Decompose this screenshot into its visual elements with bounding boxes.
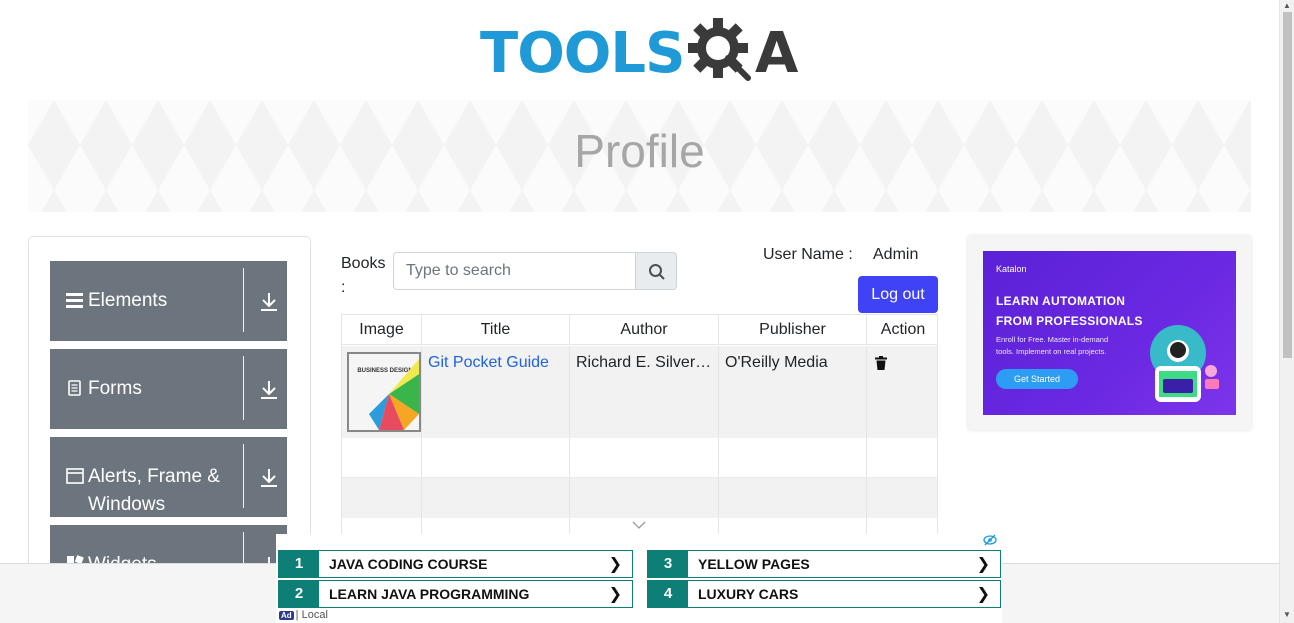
page-header-banner: Profile (28, 100, 1251, 212)
book-image-cell: BUSINESS DESIGN (342, 346, 422, 438)
book-author: Richard E. Silverman (576, 354, 714, 371)
logo-text: TOOLS (480, 21, 685, 86)
empty-cell (422, 438, 570, 477)
table-row-empty (342, 478, 937, 518)
ad-tag-text: | Local (295, 609, 328, 621)
book-cover-art (369, 359, 419, 430)
page: TOOLS A Profile Elements Forms Alerts, F… (0, 0, 1294, 623)
sidebar-group-label: Forms (88, 378, 142, 399)
book-cover-image: BUSINESS DESIGN (347, 352, 421, 432)
ad-illustration (1150, 325, 1219, 402)
ad-link-number: 1 (279, 551, 319, 577)
logo-suffix: A (755, 21, 799, 86)
book-action-cell (867, 346, 937, 438)
ad-headline: LEARN AUTOMATION FROM PROFESSIONALS (996, 291, 1143, 331)
table-row-empty (342, 438, 937, 478)
book-title-cell: Git Pocket Guide (422, 346, 570, 438)
ad-link-text: JAVA CODING COURSE (329, 556, 488, 572)
side-ad-container: Katalon LEARN AUTOMATION FROM PROFESSION… (968, 236, 1251, 430)
ad-badge: Ad (279, 611, 294, 620)
sidebar-group-forms[interactable]: Forms (50, 349, 287, 429)
search-button[interactable] (635, 252, 677, 290)
book-author-cell: Richard E. Silverman (570, 346, 719, 438)
window-icon (66, 468, 84, 484)
divider (243, 268, 244, 332)
ad-headline-line-2: FROM PROFESSIONALS (996, 314, 1143, 328)
empty-cell (342, 478, 422, 518)
ad-link-yellow-pages[interactable]: 3 YELLOW PAGES ❯ (647, 550, 1001, 578)
divider (243, 444, 244, 508)
ad-link-java-coding-course[interactable]: 1 JAVA CODING COURSE ❯ (278, 550, 633, 578)
sidebar: Elements Forms Alerts, Frame & Windows W… (28, 236, 311, 576)
divider (243, 356, 244, 420)
empty-cell (342, 438, 422, 477)
download-icon[interactable] (259, 467, 279, 489)
search-input[interactable] (393, 252, 636, 290)
document-icon (68, 380, 81, 396)
column-header-title[interactable]: Title (422, 315, 570, 345)
gear-magnifier-icon (688, 18, 751, 81)
ad-headline-line-1: LEARN AUTOMATION (996, 294, 1126, 308)
ad-link-text: YELLOW PAGES (698, 556, 810, 572)
toolsqa-logo[interactable]: TOOLS A (480, 14, 804, 92)
book-publisher-cell: O'Reilly Media (719, 346, 867, 438)
page-title: Profile (574, 125, 705, 177)
page-scrollbar[interactable]: ▲ ▼ (1279, 0, 1294, 623)
column-header-publisher[interactable]: Publisher (719, 315, 867, 345)
ad-link-number: 4 (648, 581, 688, 607)
ad-choices-icon[interactable] (983, 534, 997, 546)
column-header-image[interactable]: Image (342, 315, 422, 345)
ad-link-number: 2 (279, 581, 319, 607)
scrollbar-thumb[interactable] (1283, 12, 1292, 358)
table-row: BUSINESS DESIGN Git Pocket Guide Richard… (342, 346, 937, 438)
empty-cell (570, 438, 719, 477)
ad-link-text: LUXURY CARS (698, 586, 799, 602)
empty-cell (570, 478, 719, 518)
book-publisher: O'Reilly Media (725, 354, 828, 371)
chevron-down-icon[interactable] (632, 521, 646, 529)
ad-subtext: Enroll for Free. Master in-demand tools.… (996, 335, 1109, 356)
empty-cell (422, 478, 570, 518)
sidebar-group-elements[interactable]: Elements (50, 261, 287, 341)
empty-cell (719, 438, 867, 477)
column-header-action[interactable]: Action (867, 315, 937, 345)
ad-link-learn-java-programming[interactable]: 2 LEARN JAVA PROGRAMMING ❯ (278, 580, 633, 608)
column-header-author[interactable]: Author (570, 315, 719, 345)
scroll-down-arrow[interactable]: ▼ (1283, 610, 1291, 619)
hamburger-icon (66, 293, 83, 308)
books-label: Books : (341, 255, 386, 296)
user-name-value: Admin (873, 246, 919, 263)
chevron-right-icon: ❯ (976, 556, 990, 573)
ad-link-text: LEARN JAVA PROGRAMMING (329, 586, 530, 602)
chevron-right-icon: ❯ (608, 556, 622, 573)
chevron-right-icon: ❯ (976, 586, 990, 603)
ad-link-luxury-cars[interactable]: 4 LUXURY CARS ❯ (647, 580, 1001, 608)
ad-tag: Ad | Local (279, 609, 328, 621)
search-icon (649, 264, 665, 280)
empty-cell (719, 478, 867, 518)
download-icon[interactable] (259, 291, 279, 313)
book-title-link[interactable]: Git Pocket Guide (428, 354, 549, 371)
trash-icon[interactable] (875, 356, 887, 370)
ad-link-number: 3 (648, 551, 688, 577)
scroll-up-arrow[interactable]: ▲ (1283, 1, 1291, 10)
sidebar-group-label: Elements (88, 290, 168, 311)
book-search (393, 252, 677, 290)
chevron-right-icon: ❯ (608, 586, 622, 603)
logout-button[interactable]: Log out (858, 276, 938, 313)
get-started-button[interactable]: Get Started (996, 369, 1078, 389)
sidebar-group-alerts[interactable]: Alerts, Frame & Windows (50, 437, 287, 517)
bottom-ad: 1 JAVA CODING COURSE ❯ 3 YELLOW PAGES ❯ … (276, 534, 1002, 623)
sidebar-group-label: Alerts, Frame & Windows (88, 466, 220, 515)
user-name-label: User Name : (763, 246, 853, 263)
download-icon[interactable] (259, 379, 279, 401)
katalon-ad[interactable]: Katalon LEARN AUTOMATION FROM PROFESSION… (983, 251, 1236, 415)
ad-brand: Katalon (996, 264, 1027, 274)
books-table: Image Title Author Publisher Action BUSI… (341, 314, 938, 538)
